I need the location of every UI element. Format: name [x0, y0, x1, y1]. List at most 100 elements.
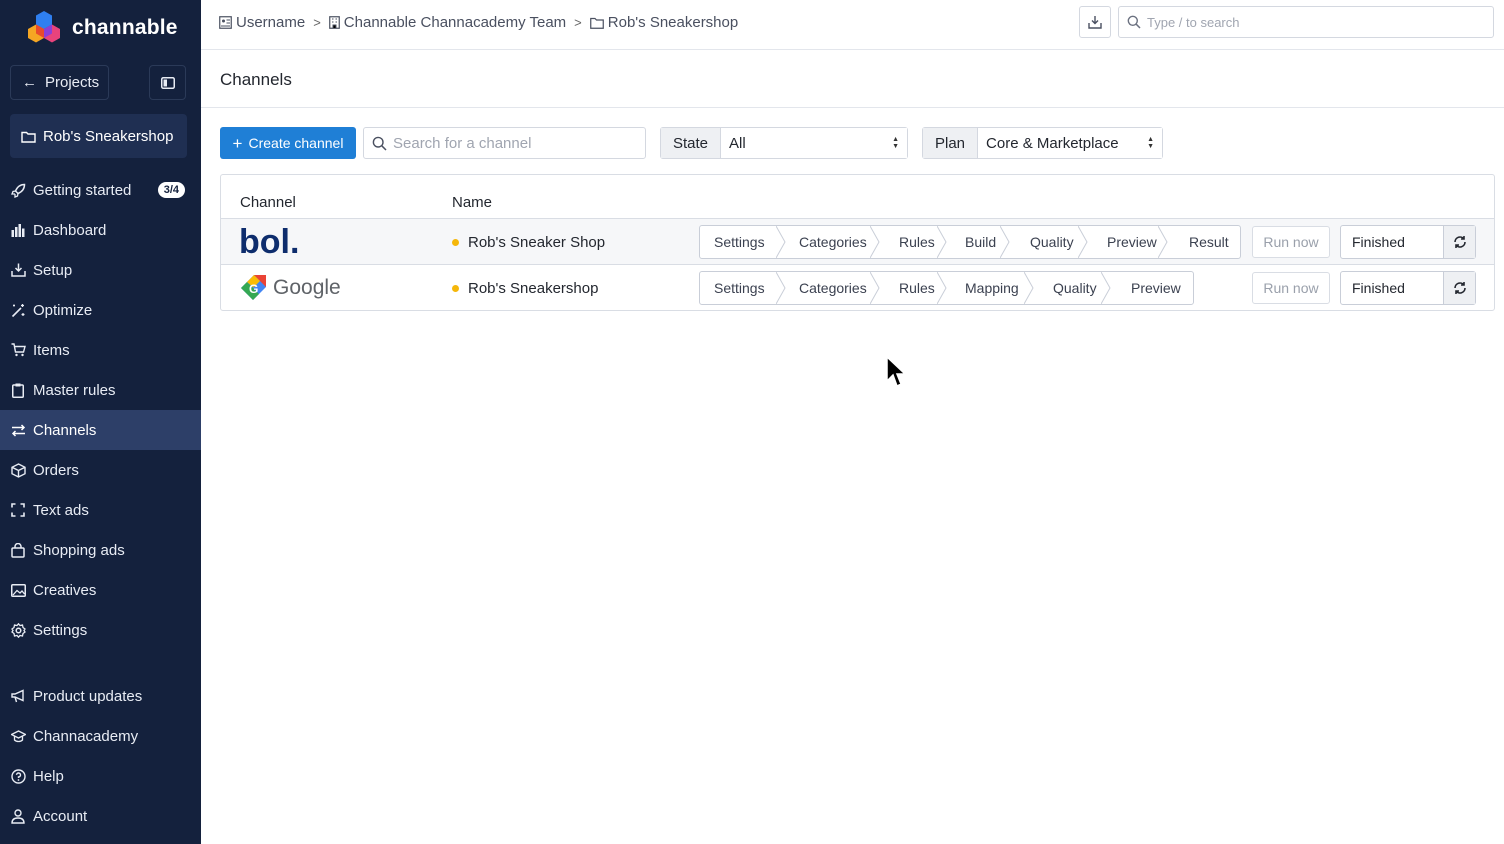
arrow-left-icon: ←: [22, 74, 37, 91]
collapse-sidebar-button[interactable]: [149, 65, 186, 100]
channel-name[interactable]: Rob's Sneakershop: [452, 265, 598, 311]
nav-master-rules[interactable]: Master rules: [0, 370, 201, 410]
progress-badge: 3/4: [157, 182, 185, 198]
breadcrumb-team[interactable]: Channable Channacademy Team: [328, 14, 566, 31]
column-header-channel: Channel: [240, 194, 296, 211]
step-label: Categories: [799, 234, 867, 250]
step-mapping[interactable]: Mapping: [946, 272, 1034, 304]
user-icon: [10, 808, 26, 824]
step-rules[interactable]: Rules: [879, 272, 947, 304]
run-now-button[interactable]: Run now: [1252, 272, 1330, 304]
plan-select[interactable]: Core & Marketplace ▲ ▼: [978, 128, 1162, 158]
search-icon: [372, 136, 387, 151]
breadcrumb-label: Rob's Sneakershop: [607, 14, 739, 31]
channel-name[interactable]: Rob's Sneaker Shop: [452, 219, 605, 265]
help-icon: [10, 768, 26, 784]
step-label: Build: [965, 234, 997, 250]
logo-text: channable: [72, 16, 178, 39]
nav-dashboard[interactable]: Dashboard: [0, 210, 201, 250]
run-now-button[interactable]: Run now: [1252, 226, 1330, 258]
chevron-right-icon: >: [313, 15, 321, 30]
sidebar-toggle-icon: [160, 76, 175, 89]
nav-label: Text ads: [33, 501, 89, 519]
frame-icon: [10, 502, 26, 518]
refresh-button[interactable]: [1443, 226, 1475, 258]
status-dot: [452, 238, 459, 246]
page-title: Channels: [220, 70, 292, 89]
nav-orders[interactable]: Orders: [0, 450, 201, 490]
refresh-button[interactable]: [1443, 272, 1475, 304]
bag-icon: [10, 542, 26, 558]
step-settings[interactable]: Settings: [700, 226, 786, 258]
nav-settings[interactable]: Settings: [0, 610, 201, 650]
sidebar: channable ← Projects Rob's Sneakershop G…: [0, 0, 201, 844]
nav-optimize[interactable]: Optimize: [0, 290, 201, 330]
step-label: Rules: [899, 234, 935, 250]
nav-getting-started[interactable]: Getting started 3/4: [0, 170, 201, 210]
refresh-icon: [1453, 282, 1466, 294]
chevron-right-icon: >: [574, 15, 582, 30]
sort-arrows-icon: ▲ ▼: [892, 136, 899, 150]
step-label: Preview: [1107, 234, 1157, 250]
channels-table: Channel Name bol. Rob's Sneaker Shop Set…: [220, 174, 1495, 311]
status-group: Finished: [1340, 225, 1476, 259]
refresh-icon: [1453, 236, 1466, 248]
step-rules[interactable]: Rules: [879, 226, 947, 258]
plan-filter[interactable]: Plan Core & Marketplace ▲ ▼: [922, 127, 1163, 159]
channable-logo[interactable]: channable: [24, 9, 178, 47]
rocket-icon: [10, 182, 26, 198]
nav-shopping-ads[interactable]: Shopping ads: [0, 530, 201, 570]
global-search[interactable]: [1118, 6, 1494, 38]
nav-label: Creatives: [33, 581, 97, 599]
step-build[interactable]: Build: [946, 226, 1010, 258]
step-label: Categories: [799, 280, 867, 296]
state-select[interactable]: All ▲ ▼: [721, 128, 907, 158]
download-button[interactable]: [1079, 6, 1111, 38]
workflow-steps: Settings Categories Rules Build Quality …: [699, 225, 1241, 259]
nav-text-ads[interactable]: Text ads: [0, 490, 201, 530]
arrows-icon: [10, 422, 26, 438]
nav-label: Help: [33, 767, 64, 785]
state-filter[interactable]: State All ▲ ▼: [660, 127, 908, 159]
nav-items[interactable]: Items: [0, 330, 201, 370]
nav-product-updates[interactable]: Product updates: [0, 676, 201, 716]
nav-creatives[interactable]: Creatives: [0, 570, 201, 610]
nav-setup[interactable]: Setup: [0, 250, 201, 290]
step-settings[interactable]: Settings: [700, 272, 786, 304]
step-quality[interactable]: Quality: [1009, 226, 1088, 258]
current-project[interactable]: Rob's Sneakershop: [10, 114, 187, 158]
cart-icon: [10, 342, 26, 358]
nav-label: Orders: [33, 461, 79, 479]
status-group: Finished: [1340, 271, 1476, 305]
nav-channacademy[interactable]: Channacademy: [0, 716, 201, 756]
breadcrumb-user[interactable]: Username: [219, 14, 305, 31]
google-logo-text: Google: [273, 276, 341, 299]
step-categories[interactable]: Categories: [785, 272, 880, 304]
channel-search[interactable]: [363, 127, 646, 159]
channel-name-text: Rob's Sneakershop: [468, 279, 599, 297]
channel-search-input[interactable]: [393, 134, 633, 152]
nav-label: Channacademy: [33, 727, 139, 745]
nav-label: Master rules: [33, 381, 116, 399]
global-search-input[interactable]: [1147, 14, 1467, 30]
nav-channels[interactable]: Channels: [0, 410, 201, 450]
mouse-cursor-icon: [886, 355, 907, 388]
create-channel-button[interactable]: + Create channel: [220, 127, 356, 159]
nav-help[interactable]: Help: [0, 756, 201, 796]
step-quality[interactable]: Quality: [1033, 272, 1111, 304]
bol-logo-text: bol.: [239, 227, 299, 257]
nav-account[interactable]: Account: [0, 796, 201, 836]
create-channel-label: Create channel: [248, 135, 344, 151]
nav-label: Shopping ads: [33, 541, 125, 559]
step-preview[interactable]: Preview: [1087, 226, 1168, 258]
nav-label: Product updates: [33, 687, 143, 705]
breadcrumb-project[interactable]: Rob's Sneakershop: [589, 14, 739, 31]
step-label: Rules: [899, 280, 935, 296]
projects-button[interactable]: ← Projects: [10, 65, 109, 100]
step-preview[interactable]: Preview: [1110, 272, 1193, 304]
step-label: Settings: [714, 234, 765, 250]
step-categories[interactable]: Categories: [785, 226, 880, 258]
step-result[interactable]: Result: [1167, 226, 1240, 258]
breadcrumb-label: Username: [236, 14, 306, 31]
download-icon: [1088, 16, 1102, 29]
